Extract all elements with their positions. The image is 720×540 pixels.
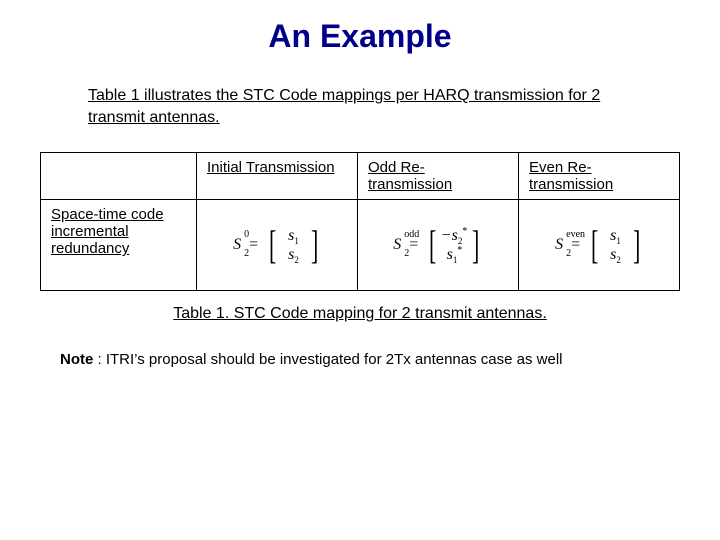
note-body: : ITRI’s proposal should be investigated… xyxy=(93,351,562,368)
note-label: Note xyxy=(60,351,93,368)
formula-even: Seven2 = [ s1s2 ] xyxy=(519,200,680,291)
header-initial: Initial Transmission xyxy=(197,153,358,200)
slide: An Example Table 1 illustrates the STC C… xyxy=(0,0,720,540)
header-odd: Odd Re-transmission xyxy=(358,153,519,200)
formula-odd: Sodd2 = [ −s2*s1* ] xyxy=(358,200,519,291)
stc-table: Initial Transmission Odd Re-transmission… xyxy=(40,152,680,291)
table-row: Space-time code incremental redundancy S… xyxy=(41,200,680,291)
intro-text: Table 1 illustrates the STC Code mapping… xyxy=(88,85,620,128)
slide-title: An Example xyxy=(40,18,680,55)
header-blank xyxy=(41,153,197,200)
note-line: Note : ITRI’s proposal should be investi… xyxy=(60,351,680,368)
table-caption: Table 1. STC Code mapping for 2 transmit… xyxy=(40,305,680,323)
table-header-row: Initial Transmission Odd Re-transmission… xyxy=(41,153,680,200)
formula-initial: S02 = [ s1s2 ] xyxy=(197,200,358,291)
row-label: Space-time code incremental redundancy xyxy=(41,200,197,291)
header-even: Even Re-transmission xyxy=(519,153,680,200)
